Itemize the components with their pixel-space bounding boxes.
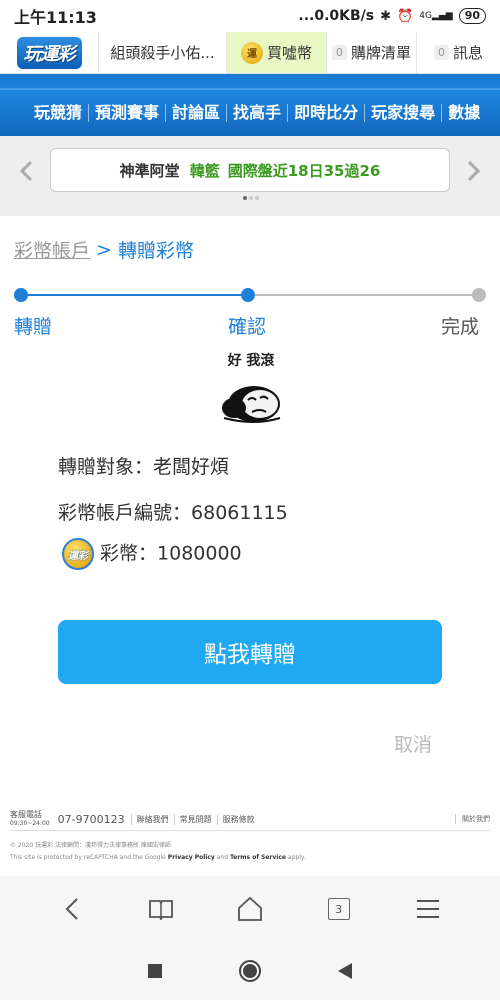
step-line-pending	[248, 294, 480, 296]
messages-label: 訊息	[452, 44, 483, 62]
alarm-icon: ⏰	[397, 8, 414, 24]
breadcrumb: 彩幣帳戶 > 轉贈彩幣	[14, 236, 194, 263]
browser-toolbar: 3	[0, 876, 500, 942]
progress-steps: 轉贈 確認 完成	[14, 286, 486, 346]
android-back-icon[interactable]	[337, 963, 352, 979]
account-label: 彩幣帳戶編號：	[58, 502, 192, 524]
coin-value: 1080000	[157, 542, 242, 565]
status-time: 上午11:13	[14, 8, 97, 27]
tabs-button[interactable]: 3	[319, 889, 359, 929]
footer: 客服電話 09:30~24:00 07-9700123 聯絡我們 常見問題 服務…	[0, 800, 500, 876]
ticker-carousel: 神準阿堂 韓籃 國際盤近18日35過26	[0, 136, 500, 216]
footer-copyright: © 2020 玩運彩 法律顧問：漢邦得力法律事務所 陳國宏律師	[10, 842, 171, 849]
coin-logo-icon: 運彩	[62, 538, 94, 570]
chevron-right-icon[interactable]	[462, 156, 486, 186]
step-dot-2	[241, 288, 255, 302]
coin-label: 彩幣：	[100, 542, 158, 565]
ticker-record: 國際盤近18日35過26	[227, 161, 381, 180]
footer-links-row: 客服電話 09:30~24:00 07-9700123 聯絡我們 常見問題 服務…	[10, 810, 490, 828]
transfer-button[interactable]: 點我轉贈	[58, 620, 442, 684]
account-value: 68061115	[191, 502, 288, 524]
site-logo[interactable]: 玩運彩	[0, 32, 98, 73]
bookmarks-icon[interactable]	[141, 889, 181, 929]
nav-item-guess[interactable]: 玩競猜	[28, 104, 90, 122]
step-dot-1	[14, 288, 28, 302]
footer-divider	[10, 830, 490, 831]
nav-item-data[interactable]: 數據	[442, 104, 486, 122]
top-header: 玩運彩 組頭殺手小佑... 運 買噓幣 0 購牌清單 0 訊息	[0, 32, 500, 74]
privacy-policy-link[interactable]: Privacy Policy	[168, 854, 215, 861]
recipient-row: 轉贈對象：老闆好煩	[58, 452, 229, 479]
ticker-player: 神準阿堂	[119, 161, 180, 180]
footer-link-terms[interactable]: 服務條款	[216, 813, 260, 825]
carousel-dot	[243, 196, 247, 200]
service-phone[interactable]: 07-9700123	[58, 813, 125, 826]
status-indicators: ...0.0KB/s ✱ ⏰ 4G▂▄▆ 90	[298, 8, 486, 24]
android-nav-bar	[0, 942, 500, 1000]
footer-link-contact[interactable]: 聯絡我們	[130, 813, 174, 825]
username: 組頭殺手小佑...	[110, 44, 215, 62]
carousel-dots	[243, 196, 259, 200]
battery-icon: 90	[458, 8, 486, 24]
recent-apps-icon[interactable]	[148, 964, 163, 978]
footer-link-about[interactable]: 關於我們	[455, 814, 490, 824]
nav-items: 玩競猜 預測賽事 討論區 找高手 即時比分 玩家搜尋 數據	[28, 100, 500, 126]
recipient-value: 老闆好煩	[153, 456, 230, 478]
network-speed: ...0.0KB/s	[298, 8, 375, 24]
carousel-dot	[249, 196, 253, 200]
breadcrumb-parent-link[interactable]: 彩幣帳戶	[14, 236, 90, 263]
carousel-dot	[255, 196, 259, 200]
nav-decoration	[0, 88, 500, 90]
breadcrumb-current: 轉贈彩幣	[117, 240, 194, 262]
buy-coins-label: 買噓幣	[266, 44, 312, 62]
step-label-transfer: 轉贈	[14, 316, 53, 338]
panda-sticker-image: 好 我滾	[216, 350, 286, 426]
terms-of-service-link[interactable]: Terms of Service	[230, 854, 286, 861]
messages-button[interactable]: 0 訊息	[416, 32, 500, 73]
logo-text: 玩運彩	[16, 36, 82, 69]
cart-label: 購牌清單	[351, 44, 412, 62]
tab-count: 3	[327, 898, 350, 920]
cart-count-badge: 0	[332, 45, 347, 60]
nav-item-player-search[interactable]: 玩家搜尋	[365, 104, 443, 122]
nav-item-forum[interactable]: 討論區	[166, 104, 228, 122]
recipient-label: 轉贈對象：	[58, 456, 154, 478]
message-count-badge: 0	[433, 45, 449, 60]
nav-item-predict[interactable]: 預測賽事	[89, 104, 167, 122]
menu-icon[interactable]	[408, 889, 448, 929]
main-nav: 玩競猜 預測賽事 討論區 找高手 即時比分 玩家搜尋 數據	[0, 74, 500, 136]
coin-icon: 運	[240, 41, 263, 64]
footer-link-faq[interactable]: 常見問題	[173, 813, 217, 825]
buy-coins-button[interactable]: 運 買噓幣	[226, 32, 326, 73]
cart-button[interactable]: 0 購牌清單	[326, 32, 416, 73]
coin-row: 運彩 彩幣：1080000	[62, 538, 242, 570]
android-home-icon[interactable]	[238, 960, 261, 982]
ticker-league: 韓籃	[189, 161, 220, 180]
recaptcha-notice: This site is protected by reCAPTCHA and …	[10, 854, 306, 861]
step-dot-3	[472, 288, 486, 302]
nav-item-experts[interactable]: 找高手	[227, 104, 289, 122]
service-hours: 客服電話 09:30~24:00	[10, 810, 50, 827]
nav-item-livescore[interactable]: 即時比分	[288, 104, 366, 122]
bluetooth-icon: ✱	[380, 8, 392, 24]
back-icon[interactable]	[52, 889, 92, 929]
breadcrumb-separator: >	[96, 238, 112, 261]
status-bar: 上午11:13 ...0.0KB/s ✱ ⏰ 4G▂▄▆ 90	[0, 0, 500, 32]
account-row: 彩幣帳戶編號：68061115	[58, 498, 288, 525]
step-label-confirm: 確認	[228, 316, 267, 338]
ticker-item[interactable]: 神準阿堂 韓籃 國際盤近18日35過26	[50, 148, 450, 192]
step-line-completed	[20, 294, 248, 296]
signal-icon: 4G▂▄▆	[419, 11, 453, 21]
step-label-complete: 完成	[441, 316, 480, 338]
user-menu[interactable]: 組頭殺手小佑...	[98, 32, 226, 73]
chevron-left-icon[interactable]	[14, 156, 38, 186]
home-icon[interactable]	[230, 889, 270, 929]
cancel-link[interactable]: 取消	[394, 730, 432, 757]
